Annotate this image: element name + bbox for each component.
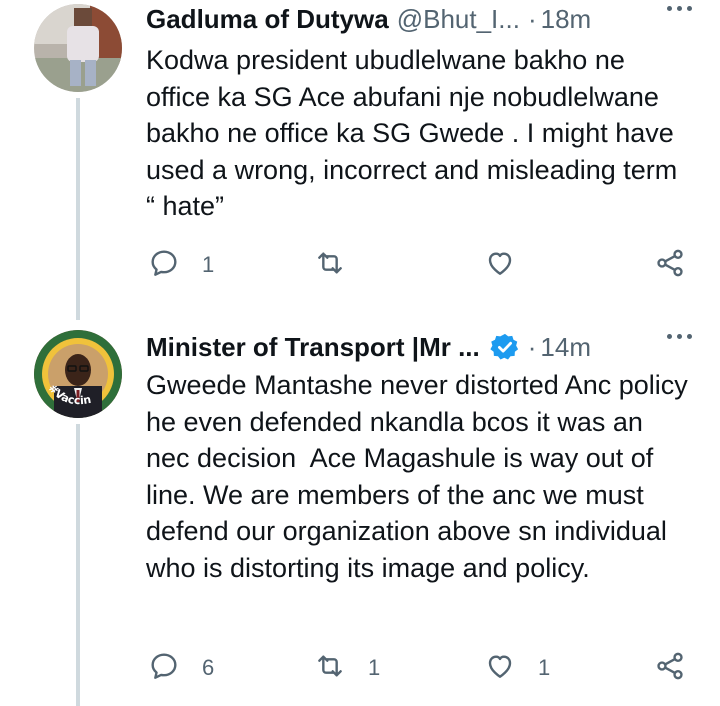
reply-icon (148, 247, 180, 284)
author-handle[interactable]: @Bhut_I... (397, 4, 520, 35)
like-count: 1 (538, 655, 551, 680)
share-icon (654, 650, 686, 687)
tweet-text: Kodwa president ubudlelwane bakho ne off… (146, 45, 685, 221)
reply-count: 1 (202, 252, 215, 277)
avatar[interactable] (34, 4, 122, 92)
separator-dot: · (527, 3, 537, 34)
share-button[interactable] (654, 245, 686, 285)
like-button[interactable] (484, 245, 538, 285)
reply-icon (148, 650, 180, 687)
tweet-actions: 6 1 1 (148, 648, 694, 688)
share-button[interactable] (654, 648, 686, 688)
avatar[interactable]: #Vaccinate (34, 330, 122, 418)
author-name[interactable]: Minister of Transport |Mr ... (146, 332, 480, 363)
reply-count: 6 (202, 655, 215, 680)
retweet-count: 1 (368, 655, 381, 680)
reply-button[interactable]: 6 (148, 648, 214, 688)
retweet-icon (314, 650, 346, 687)
timestamp[interactable]: 18m (541, 4, 592, 35)
author-name[interactable]: Gadluma of Dutywa (146, 4, 389, 35)
timestamp[interactable]: 14m (540, 332, 591, 363)
tweet-header: Gadluma of Dutywa @Bhut_I... · 18m (146, 0, 692, 38)
more-icon[interactable] (667, 6, 692, 11)
tweet-header: Minister of Transport |Mr ... · 14m (146, 328, 692, 366)
reply-button[interactable]: 1 (148, 245, 214, 285)
retweet-button[interactable]: 1 (314, 648, 380, 688)
retweet-button[interactable] (314, 245, 368, 285)
tweet[interactable]: Gadluma of Dutywa @Bhut_I... · 18m Kodwa… (0, 0, 720, 308)
like-icon (484, 247, 516, 284)
like-button[interactable]: 1 (484, 648, 550, 688)
verified-icon (490, 332, 520, 362)
separator-dot: · (527, 331, 537, 362)
more-icon[interactable] (667, 334, 692, 339)
retweet-icon (314, 247, 346, 284)
like-icon (484, 650, 516, 687)
tweet-actions: 1 (148, 245, 694, 285)
share-icon (654, 247, 686, 284)
tweet-text: Gweede Mantashe never distorted Anc poli… (146, 370, 696, 583)
tweet[interactable]: #Vaccinate Minister of Transport |Mr ...… (0, 320, 720, 706)
